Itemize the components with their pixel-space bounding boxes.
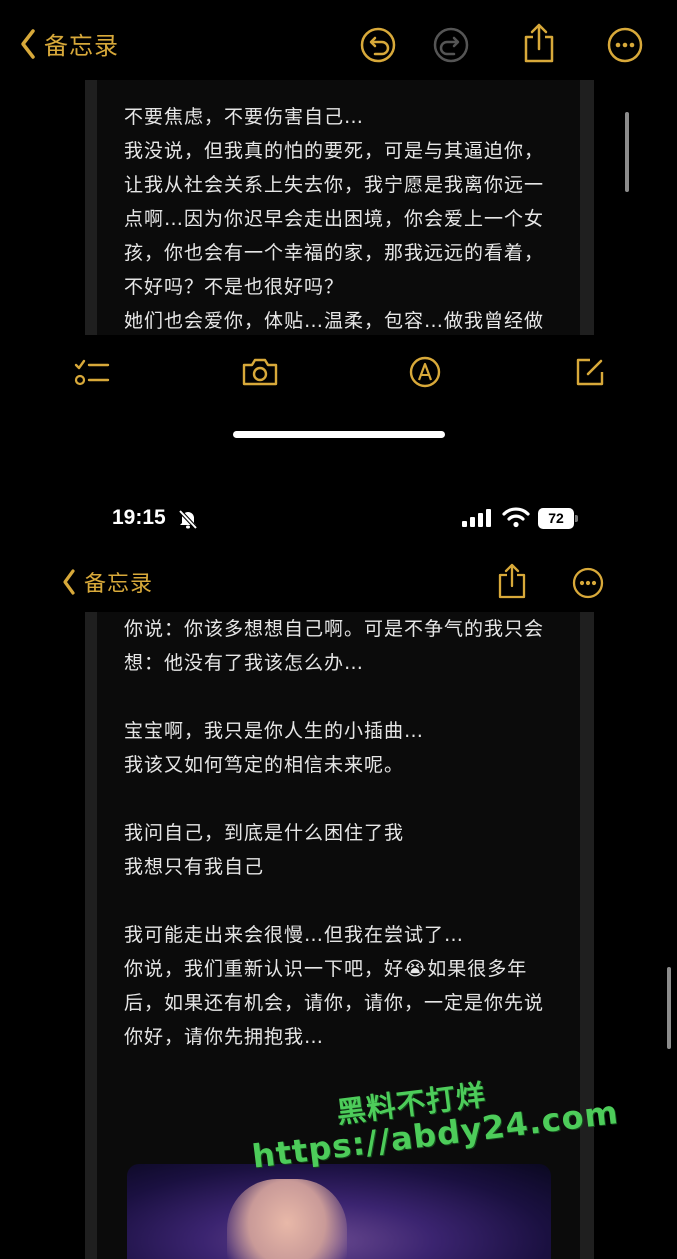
share-icon <box>524 23 554 63</box>
camera-button[interactable] <box>241 357 279 387</box>
top-note-body[interactable]: 不要焦虑，不要伤害自己… 我没说，但我真的怕的要死，可是与其逼迫你， 让我从社会… <box>97 80 580 335</box>
note-blank-line <box>124 782 580 816</box>
checklist-button[interactable] <box>74 358 110 388</box>
compose-icon <box>576 358 604 386</box>
share-icon <box>498 563 526 599</box>
note-line: 我该又如何笃定的相信未来呢。 <box>124 754 405 776</box>
chevron-left-icon <box>21 28 35 59</box>
redo-button[interactable] <box>433 27 469 63</box>
chevron-left-icon <box>63 569 75 595</box>
battery-level: 72 <box>538 508 574 529</box>
note-line: 你说，我们重新认识一下吧，好😭如果很多年 <box>124 958 528 980</box>
note-line: 后，如果还有机会，请你，请你，一定是你先说 <box>124 992 545 1014</box>
note-line: 你好，请你先拥抱我… <box>124 1026 325 1048</box>
note-line: 你说：你该多想想自己啊。可是不争气的我只会 <box>124 618 545 640</box>
redo-icon <box>433 27 469 63</box>
note-blank-line <box>124 680 580 714</box>
note-line: 宝宝啊，我只是你人生的小插曲… <box>124 720 425 742</box>
note-margin-right <box>580 80 594 335</box>
note-line: 她们也会爱你，体贴…温柔，包容…做我曾经做 <box>124 310 545 332</box>
ellipsis-circle-icon <box>572 567 604 599</box>
share-button[interactable] <box>522 22 556 64</box>
more-button[interactable] <box>572 567 604 599</box>
back-label: 备忘录 <box>44 32 119 60</box>
ellipsis-circle-icon <box>607 27 643 63</box>
note-line: 我问自己，到底是什么困住了我 <box>124 822 405 844</box>
back-label: 备忘录 <box>84 572 154 597</box>
home-indicator <box>233 431 445 438</box>
undo-icon <box>360 27 396 63</box>
note-line: 孩，你也会有一个幸福的家，那我远远的看着， <box>124 242 545 264</box>
note-line: 我可能走出来会很慢…但我在尝试了… <box>124 924 465 946</box>
status-time: 19:15 <box>112 506 166 529</box>
note-blank-line <box>124 884 580 918</box>
undo-button[interactable] <box>360 27 396 63</box>
markup-button[interactable] <box>409 356 441 388</box>
cellular-signal-icon <box>462 508 492 532</box>
note-line: 我想只有我自己 <box>124 856 265 878</box>
note-margin-right <box>580 612 594 1259</box>
wifi-icon <box>502 506 530 532</box>
note-line: 不好吗？不是也很好吗？ <box>124 276 345 298</box>
checklist-icon <box>74 359 110 386</box>
note-margin-left <box>85 80 97 335</box>
note-line: 我没说，但我真的怕的要死，可是与其逼迫你， <box>124 140 545 162</box>
share-button[interactable] <box>497 562 527 600</box>
bottom-nav-back[interactable]: 备忘录 <box>62 566 153 598</box>
silent-bell-icon <box>177 508 199 534</box>
note-line: 想：他没有了我该怎么办… <box>124 652 365 674</box>
more-button[interactable] <box>607 27 643 63</box>
camera-icon <box>242 358 278 386</box>
note-photo[interactable] <box>127 1164 551 1259</box>
photo-subject <box>227 1179 347 1259</box>
top-nav-back[interactable]: 备忘录 <box>20 26 119 61</box>
compose-button[interactable] <box>574 356 606 388</box>
bottom-scrollbar[interactable] <box>667 967 671 1049</box>
pen-tip-circle-icon <box>409 356 441 388</box>
battery-icon: 72 <box>538 508 580 529</box>
note-line: 点啊…因为你迟早会走出困境，你会爱上一个女 <box>124 208 545 230</box>
top-scrollbar[interactable] <box>625 112 629 192</box>
note-line: 不要焦虑，不要伤害自己… <box>124 106 365 128</box>
note-margin-left <box>85 612 97 1259</box>
note-line: 让我从社会关系上失去你，我宁愿是我离你远一 <box>124 174 545 196</box>
